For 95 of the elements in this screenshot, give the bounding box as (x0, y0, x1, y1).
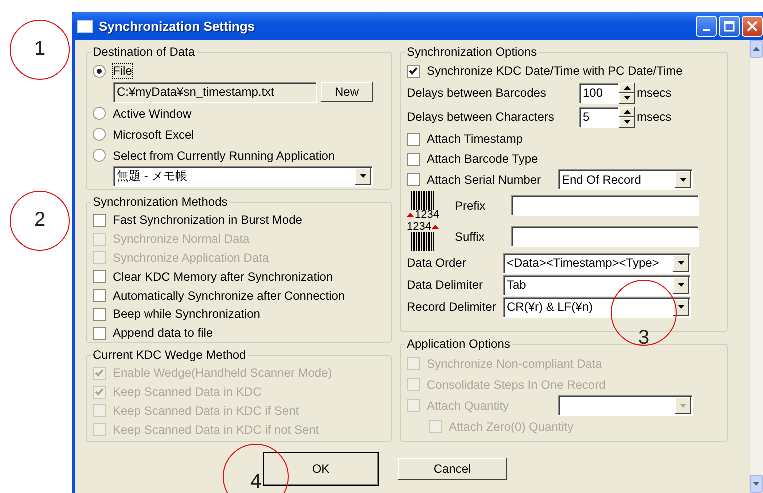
down-arrow-icon (678, 305, 684, 309)
checkbox-label: Attach Zero(0) Quantity (449, 420, 574, 434)
callout-marker: 4 (223, 444, 289, 493)
radio-label: Microsoft Excel (113, 128, 194, 142)
spin-buttons[interactable] (619, 82, 635, 104)
checkbox-label: Attach Quantity (427, 398, 510, 412)
checkbox[interactable] (93, 289, 106, 302)
checkbox[interactable] (93, 270, 106, 284)
dropdown[interactable]: 無題 - メモ帳 (113, 166, 373, 186)
checkbox-label: Attach Timestamp (427, 132, 524, 146)
field-label: Record Delimiter (407, 300, 498, 314)
radio-button[interactable] (93, 149, 106, 162)
window-title: Synchronization Settings (99, 18, 256, 34)
checkbox[interactable] (93, 326, 106, 340)
new-button[interactable]: New (321, 82, 373, 102)
down-arrow-icon (753, 482, 760, 486)
scrollbar[interactable] (749, 40, 763, 493)
maximize-icon (724, 20, 735, 32)
close-icon (747, 20, 758, 32)
checkbox-label: Synchronize Application Data (113, 250, 270, 265)
down-arrow-icon (678, 261, 684, 265)
radio-label: Active Window (113, 106, 192, 120)
dialog-button[interactable]: OK (263, 452, 379, 486)
number-field[interactable]: 100 (579, 82, 619, 104)
checkbox-label: Keep Scanned Data in KDC (113, 385, 262, 400)
checkbox-label: Consolidate Steps In One Record (427, 378, 606, 392)
down-arrow-icon (624, 120, 630, 124)
checkbox[interactable] (93, 214, 106, 227)
group-title: Application Options (406, 337, 512, 351)
radio-button[interactable] (93, 64, 106, 78)
checkbox-label: Beep while Synchronization (113, 307, 260, 322)
radio-button[interactable] (93, 107, 106, 120)
window-icon (77, 20, 93, 32)
text-field[interactable] (511, 226, 699, 247)
checkbox-label: Enable Wedge(Handheld Scanner Mode) (113, 366, 332, 380)
number-field[interactable]: 5 (579, 106, 619, 128)
checkbox-label: Attach Barcode Type (427, 152, 538, 166)
up-arrow-icon (624, 110, 630, 114)
checkbox[interactable] (407, 132, 420, 146)
checkbox-label: Append data to file (113, 326, 214, 340)
field-label: Delays between Characters (407, 110, 556, 124)
down-arrow-icon (624, 96, 630, 100)
minimize-icon (703, 29, 710, 31)
down-arrow-icon (680, 404, 686, 408)
callout-marker: 3 (611, 280, 677, 346)
checkbox[interactable] (407, 152, 420, 166)
barcode-digits: 1234 (407, 222, 432, 232)
up-arrow-icon (753, 47, 760, 51)
up-arrow-icon (624, 86, 630, 90)
checkbox-label: Fast Synchronization in Burst Mode (113, 213, 302, 228)
dropdown[interactable] (558, 395, 693, 416)
checkbox-label: Synchronize KDC Date/Time with PC Date/Time (427, 64, 683, 78)
callout-marker: 1 (10, 20, 70, 80)
dropdown[interactable]: Tab (503, 274, 691, 296)
group-title: Synchronization Methods (92, 195, 229, 209)
checkbox[interactable] (407, 173, 420, 186)
checkbox-label: Synchronize Normal Data (113, 232, 250, 246)
marker-icon (432, 225, 440, 229)
checkbox[interactable] (93, 308, 106, 321)
checkbox-label: Automatically Synchronize after Connection (113, 288, 346, 303)
checkbox-label: Keep Scanned Data in KDC if not Sent (113, 422, 320, 437)
group-title: Synchronization Options (406, 45, 538, 59)
text-field[interactable] (511, 195, 699, 216)
checkbox-label: Keep Scanned Data in KDC if Sent (113, 404, 300, 418)
group-title: Destination of Data (92, 45, 196, 59)
spin-buttons[interactable] (619, 106, 635, 128)
down-arrow-icon (680, 178, 686, 182)
checkbox[interactable] (407, 64, 420, 78)
maximize-button[interactable] (719, 16, 740, 36)
file-path-field[interactable]: C:¥myData¥sn_timestamp.txt (113, 82, 317, 102)
field-label: Data Order (407, 256, 468, 270)
close-button[interactable] (742, 16, 763, 36)
marker-icon (407, 213, 414, 217)
radio-button[interactable] (93, 128, 106, 141)
dialog-button[interactable]: Cancel (398, 458, 507, 480)
group-title: Current KDC Wedge Method (92, 348, 248, 362)
minimize-button[interactable] (696, 16, 717, 36)
dropdown[interactable]: CR(¥r) & LF(¥n) (503, 296, 691, 318)
dropdown[interactable]: <Data><Timestamp><Type> (503, 252, 691, 274)
down-arrow-icon (678, 283, 684, 287)
field-label: Data Delimiter (407, 278, 484, 292)
field-label: Prefix (454, 198, 487, 212)
field-label: Suffix (454, 230, 486, 244)
dropdown[interactable]: End Of Record (558, 169, 693, 190)
field-label: Delays between Barcodes (407, 86, 548, 100)
radio-label: Select from Currently Running Application (113, 148, 336, 162)
radio-label: File (113, 64, 132, 78)
barcode-digits: 1234 (415, 210, 440, 220)
checkbox-label: Attach Serial Number (427, 172, 542, 186)
unit-label: msecs (637, 86, 672, 100)
callout-marker: 2 (10, 191, 70, 251)
checkbox-label: Clear KDC Memory after Synchronization (113, 270, 334, 284)
checkbox-label: Synchronize Non-compliant Data (427, 356, 602, 370)
down-arrow-icon (360, 174, 366, 178)
unit-label: msecs (637, 110, 672, 124)
